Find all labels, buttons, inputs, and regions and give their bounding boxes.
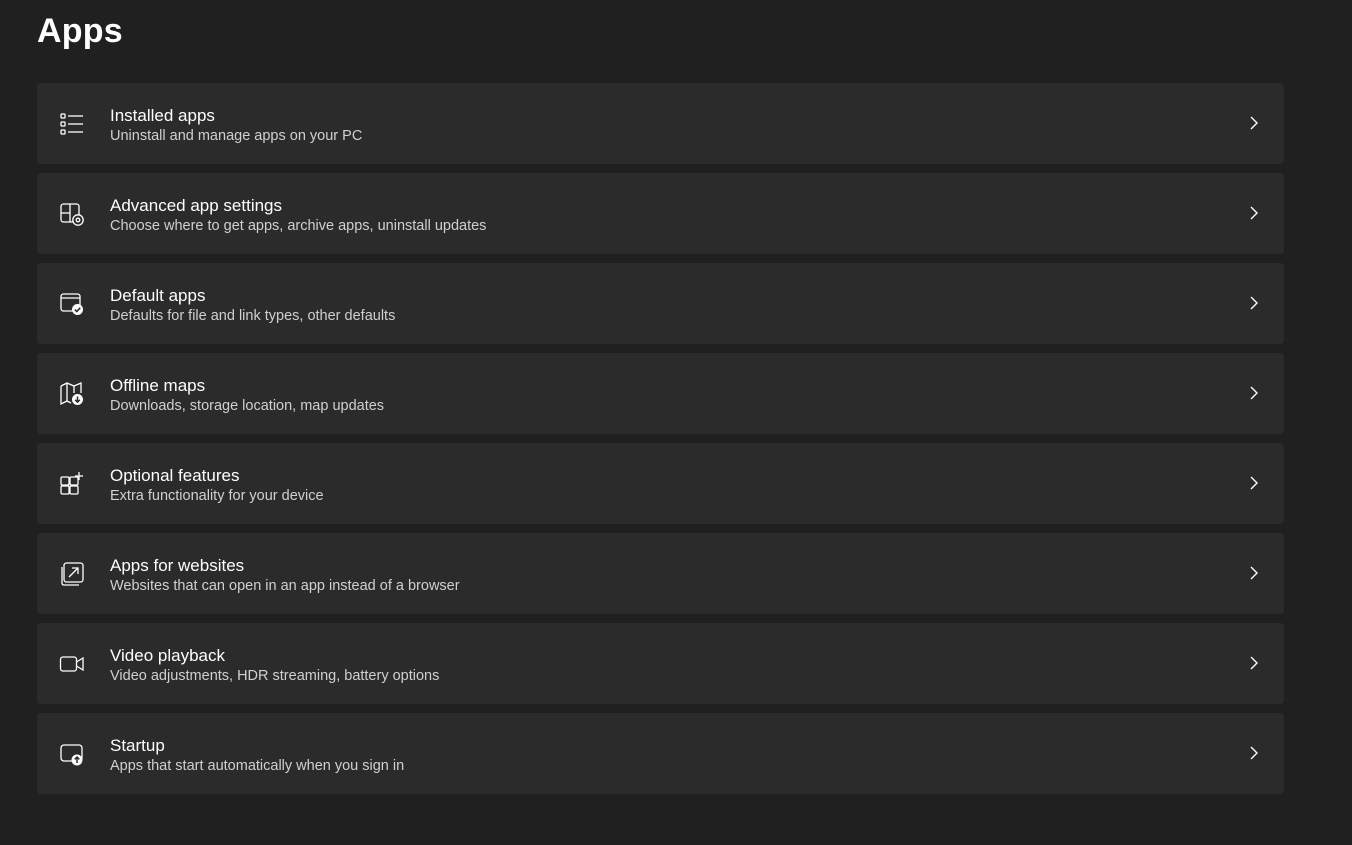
chevron-right-icon [1246, 204, 1262, 222]
chevron-right-icon [1246, 654, 1262, 672]
chevron-right-icon [1246, 564, 1262, 582]
app-settings-gear-icon [59, 201, 85, 227]
open-external-icon [59, 561, 85, 587]
optional-features-title: Optional features [110, 466, 240, 485]
startup-title: Startup [110, 736, 165, 755]
startup-arrow-icon [59, 741, 85, 767]
chevron-right-icon [1246, 474, 1262, 492]
apps-for-websites-title: Apps for websites [110, 556, 245, 575]
map-download-icon [59, 381, 85, 407]
chevron-right-icon [1246, 294, 1262, 312]
advanced-app-settings-subtitle: Choose where to get apps, archive apps, … [110, 218, 487, 234]
video-playback-subtitle: Video adjustments, HDR streaming, batter… [110, 668, 440, 684]
installed-apps-title: Installed apps [110, 106, 215, 125]
optional-features-subtitle: Extra functionality for your device [110, 488, 324, 504]
default-apps-check-icon [59, 291, 85, 317]
page-title: Apps [37, 12, 123, 50]
video-camera-icon [59, 651, 85, 677]
grid-add-icon [59, 471, 85, 497]
offline-maps-subtitle: Downloads, storage location, map updates [110, 398, 385, 414]
advanced-app-settings-card[interactable]: Advanced app settings Choose where to ge… [37, 173, 1284, 254]
apps-settings-page: Apps Installed apps Uninstall and manage… [0, 0, 1352, 845]
video-playback-card[interactable]: Video playback Video adjustments, HDR st… [37, 623, 1284, 704]
offline-maps-title: Offline maps [110, 376, 206, 395]
optional-features-card[interactable]: Optional features Extra functionality fo… [37, 443, 1284, 524]
chevron-right-icon [1246, 744, 1262, 762]
offline-maps-card[interactable]: Offline maps Downloads, storage location… [37, 353, 1284, 434]
advanced-app-settings-title: Advanced app settings [110, 196, 283, 215]
default-apps-subtitle: Defaults for file and link types, other … [110, 308, 396, 324]
installed-apps-card[interactable]: Installed apps Uninstall and manage apps… [37, 83, 1284, 164]
chevron-right-icon [1246, 384, 1262, 402]
video-playback-title: Video playback [110, 646, 225, 665]
apps-for-websites-subtitle: Websites that can open in an app instead… [110, 578, 460, 594]
default-apps-card[interactable]: Default apps Defaults for file and link … [37, 263, 1284, 344]
installed-apps-subtitle: Uninstall and manage apps on your PC [110, 128, 363, 144]
apps-for-websites-card[interactable]: Apps for websites Websites that can open… [37, 533, 1284, 614]
chevron-right-icon [1246, 114, 1262, 132]
installed-apps-list-icon [59, 111, 85, 137]
startup-card[interactable]: Startup Apps that start automatically wh… [37, 713, 1284, 794]
default-apps-title: Default apps [110, 286, 206, 305]
startup-subtitle: Apps that start automatically when you s… [110, 758, 405, 774]
settings-list: Installed apps Uninstall and manage apps… [37, 83, 1284, 803]
